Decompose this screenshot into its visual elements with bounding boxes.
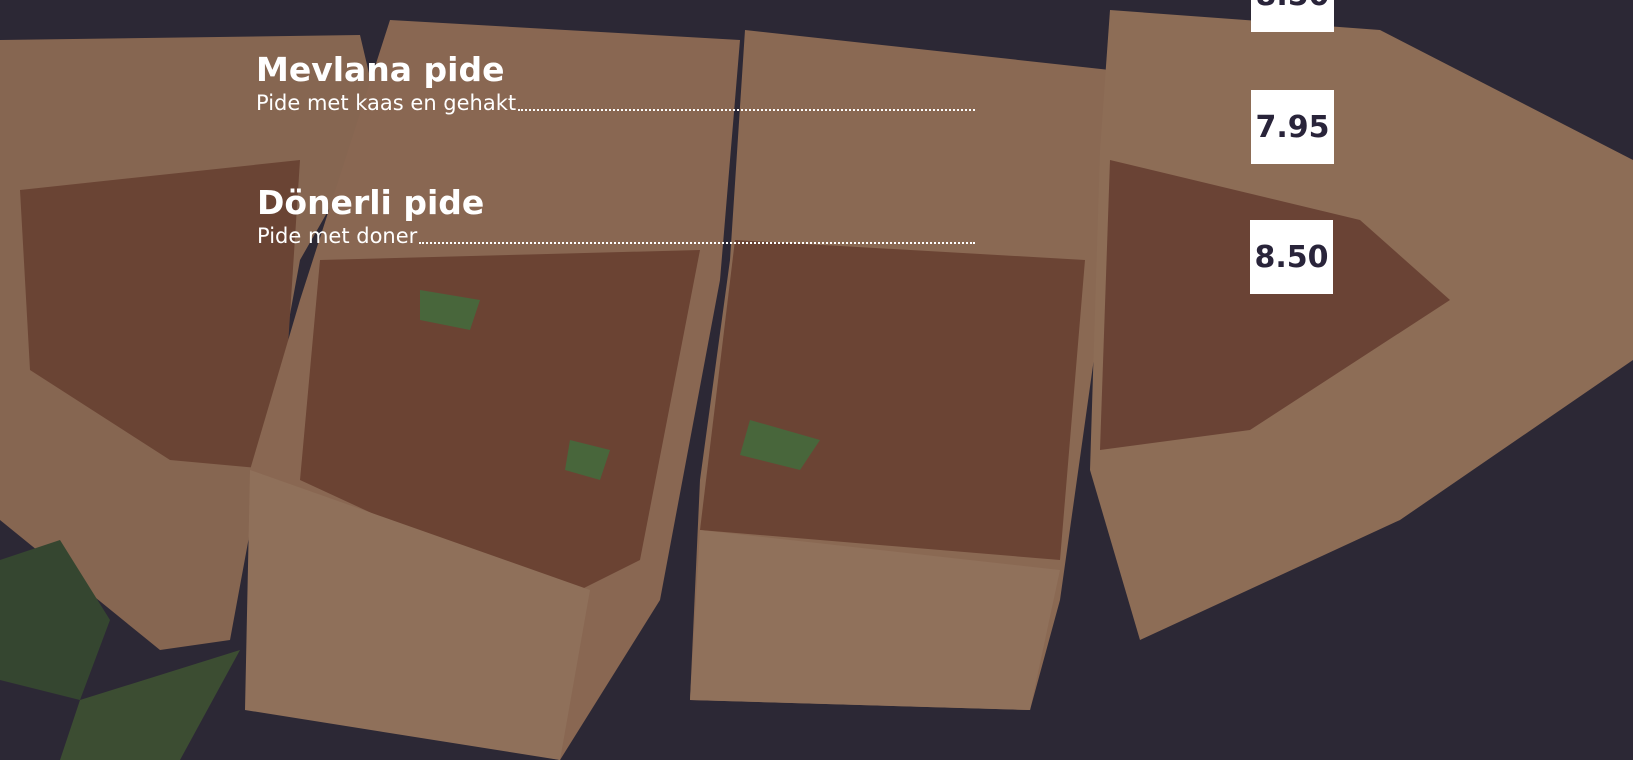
- price-badge: 7.95: [1251, 90, 1334, 164]
- price-text: 8.50: [1255, 0, 1329, 13]
- dotted-leader: [518, 108, 975, 111]
- dotted-leader: [419, 241, 975, 244]
- item-description-row: Pide met kaas en gehakt: [256, 90, 975, 116]
- item-description-row: Pide met doner: [257, 223, 975, 249]
- item-description: Pide met kaas en gehakt: [256, 91, 517, 115]
- item-title: Mevlana pide: [256, 50, 505, 89]
- price-badge: 8.50: [1250, 220, 1333, 294]
- price-badge-partial: 8.50: [1251, 0, 1334, 32]
- item-description: Pide met doner: [257, 224, 418, 248]
- item-title: Dönerli pide: [257, 183, 485, 222]
- price-text: 8.50: [1254, 239, 1329, 275]
- menu-section: 8.50 Mevlana pide Pide met kaas en gehak…: [0, 0, 1633, 760]
- menu-item: Dönerli pide Pide met doner: [257, 183, 975, 249]
- menu-item: Mevlana pide Pide met kaas en gehakt: [256, 50, 975, 116]
- price-text: 7.95: [1255, 109, 1330, 145]
